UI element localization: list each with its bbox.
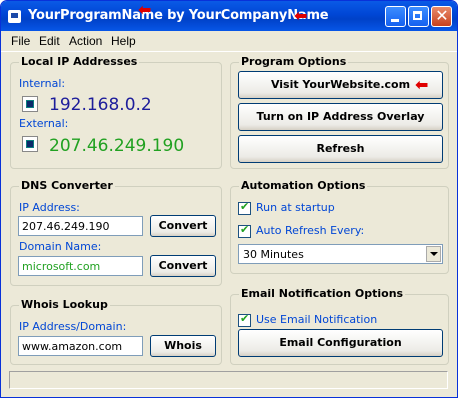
domain-convert-button[interactable]: Convert: [150, 255, 216, 277]
use-email-label: Use Email Notification: [256, 313, 378, 326]
status-bar: [9, 371, 448, 389]
email-configuration-button[interactable]: Email Configuration: [238, 329, 443, 357]
auto-refresh-checkbox[interactable]: ✔: [238, 223, 251, 238]
minimize-icon: [391, 19, 399, 22]
local-ip-legend: Local IP Addresses: [19, 55, 140, 68]
dns-ip-label: IP Address:: [19, 201, 80, 214]
checkmark-icon: ✔: [240, 200, 250, 213]
menu-file[interactable]: File: [11, 34, 30, 48]
use-email-checkbox[interactable]: ✔: [238, 312, 251, 327]
menu-edit[interactable]: Edit: [39, 34, 60, 48]
menu-bar: File Edit Action Help: [1, 31, 457, 51]
menu-action[interactable]: Action: [69, 34, 102, 48]
menu-help[interactable]: Help: [111, 34, 136, 48]
checkmark-icon: ✔: [240, 312, 250, 325]
checkmark-icon: ✔: [240, 223, 250, 236]
dropdown-arrow-icon: [430, 252, 438, 256]
minimize-button[interactable]: [385, 6, 406, 27]
dns-domain-label: Domain Name:: [19, 240, 102, 253]
automation-options-legend: Automation Options: [239, 179, 368, 192]
email-options-legend: Email Notification Options: [239, 287, 406, 300]
internal-label: Internal:: [19, 77, 66, 90]
refresh-interval-select[interactable]: 30 Minutes: [238, 244, 443, 264]
close-button[interactable]: ✕: [431, 6, 452, 27]
whois-lookup-legend: Whois Lookup: [19, 298, 110, 311]
app-window: YourProgramName by YourCompanyName ✕ ⬅ ⬅…: [0, 0, 458, 398]
run-at-startup-label: Run at startup: [256, 201, 335, 214]
external-label: External:: [19, 117, 69, 130]
auto-refresh-label: Auto Refresh Every:: [256, 224, 365, 237]
title-bar[interactable]: YourProgramName by YourCompanyName ✕: [1, 1, 457, 31]
ip-overlay-button[interactable]: Turn on IP Address Overlay: [238, 103, 443, 131]
red-arrow-annotation: ⬅: [415, 75, 429, 94]
dns-domain-input[interactable]: microsoft.com: [18, 256, 143, 276]
run-at-startup-checkbox[interactable]: ✔: [238, 200, 251, 215]
maximize-icon: [413, 11, 422, 20]
external-ip-value: 207.46.249.190: [49, 136, 185, 156]
local-ip-group: Local IP Addresses Internal: 192.168.0.2…: [10, 55, 222, 169]
red-arrow-annotation: ⬅: [138, 0, 152, 19]
ip-convert-button[interactable]: Convert: [150, 215, 216, 237]
visit-website-button[interactable]: Visit YourWebsite.com: [238, 71, 443, 99]
app-icon[interactable]: [8, 10, 21, 23]
refresh-interval-value: 30 Minutes: [243, 248, 304, 261]
maximize-button[interactable]: [408, 6, 429, 27]
red-arrow-annotation: ⬅: [294, 6, 308, 25]
whois-lookup-group: Whois Lookup IP Address/Domain: www.amaz…: [10, 298, 222, 365]
whois-input[interactable]: www.amazon.com: [18, 336, 143, 356]
network-icon: [22, 136, 38, 152]
dns-converter-group: DNS Converter IP Address: 207.46.249.190…: [10, 179, 222, 286]
automation-options-group: Automation Options ✔ Run at startup ✔ Au…: [230, 179, 449, 274]
program-options-legend: Program Options: [239, 55, 349, 68]
dns-converter-legend: DNS Converter: [19, 179, 115, 192]
dns-ip-input[interactable]: 207.46.249.190: [18, 216, 143, 236]
internal-ip-value: 192.168.0.2: [49, 95, 152, 115]
whois-field-label: IP Address/Domain:: [19, 320, 127, 333]
refresh-button[interactable]: Refresh: [238, 135, 443, 163]
network-icon: [22, 96, 38, 112]
dropdown-button[interactable]: [426, 246, 441, 262]
email-options-group: Email Notification Options ✔ Use Email N…: [230, 287, 449, 365]
menu-separator: [1, 51, 457, 52]
whois-button[interactable]: Whois: [150, 335, 216, 357]
close-icon: ✕: [435, 6, 449, 25]
window-title: YourProgramName by YourCompanyName: [28, 8, 329, 23]
